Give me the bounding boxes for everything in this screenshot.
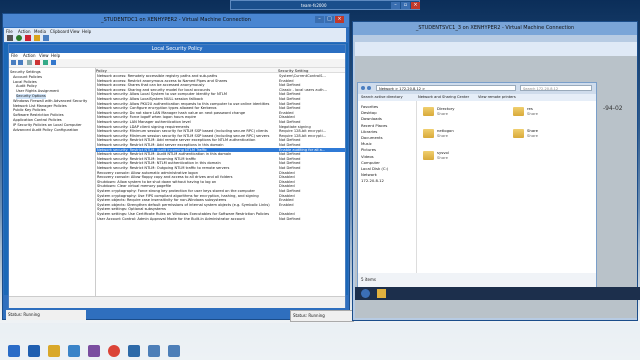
status-text: Status: Running [8,312,40,317]
vm1-toolbar [4,34,346,42]
nav-item[interactable]: Documents [361,135,383,140]
vm2-taskbar [355,287,640,300]
items-count: 5 items [361,277,376,282]
column-header-policy[interactable]: Policy [96,68,278,73]
maximize-icon[interactable]: □ [325,16,334,23]
policy-row[interactable]: User Account Control: Admin Approval Mod… [96,217,345,222]
address-input[interactable]: Network > 172.20.8.12 > [376,85,516,91]
help-icon[interactable] [51,60,56,65]
explorer-address-bar: Network > 172.20.8.12 > Search 172.20.8.… [358,83,596,94]
vm2-status: Status: Running [290,310,354,322]
search-input[interactable]: Search 172.20.8.12 [520,85,592,91]
remote-bar-title: team-fs2000 [301,3,327,8]
minimize-icon[interactable]: – [315,16,324,23]
lsp-menu-help[interactable]: Help [51,53,60,58]
lsp-menu-file[interactable]: File [11,53,18,58]
lsp-toolbar [9,59,345,68]
close-icon[interactable]: × [411,2,420,9]
folder-type: Share [437,133,448,138]
close-icon[interactable]: × [335,16,344,23]
explorer-content[interactable]: Directory Share res Share netlogon Share Share… [417,101,596,273]
vm2-menu-bar [355,42,637,56]
folder-icon[interactable] [513,129,524,138]
start-orb-icon[interactable] [361,289,370,298]
folder-type: Share [437,111,448,116]
back-icon[interactable] [361,86,365,90]
explorer-status: 5 items [358,273,596,287]
nav-item[interactable]: Favorites [361,104,378,109]
folder-icon[interactable] [423,129,434,138]
nav-item[interactable]: 172.20.8.12 [361,178,384,183]
vm2-title: _STUDENTSVC1_3 on XENHYPER2 - Virtual Ma… [415,25,575,31]
status-text-2: Status: Running [293,313,325,318]
explorer-window[interactable]: Network > 172.20.8.12 > Search 172.20.8.… [357,82,597,288]
remote-desktop-icon[interactable] [128,345,140,357]
vm2-side-text: -94-02 [603,105,623,112]
folder-type: Share [437,155,448,160]
explorer-nav-pane[interactable]: Favorites Desktop Downloads Recent Places Li… [358,101,417,273]
vm2-title-bar[interactable]: _STUDENTSVC1_3 on XENHYPER2 - Virtual Ma… [353,22,637,35]
policy-setting: Not Defined [279,216,301,221]
internet-explorer-icon[interactable] [68,345,80,357]
properties-icon[interactable] [43,60,48,65]
cmd-search-ad[interactable]: Search active directory [361,95,403,99]
nav-item[interactable]: Pictures [361,147,376,152]
pause-icon[interactable] [34,35,40,41]
policy-list[interactable]: Policy Security Setting Network access: … [96,68,345,296]
file-explorer-icon[interactable] [48,345,60,357]
delete-icon[interactable] [35,60,40,65]
nav-item[interactable]: Recent Places [361,123,387,128]
folder-icon[interactable] [423,107,434,116]
remote-connection-bar[interactable]: team-fs2000 – ▫ × [230,0,420,10]
lsp-menu-view[interactable]: View [39,53,49,58]
nav-item[interactable]: Network [361,172,377,177]
minimize-icon[interactable]: – [391,2,400,9]
nav-item[interactable]: Libraries [361,129,377,134]
nav-item[interactable]: Desktop [361,110,377,115]
back-icon[interactable] [11,60,16,65]
folder-icon[interactable] [513,107,524,116]
nav-item[interactable]: Music [361,141,372,146]
stop-icon[interactable] [25,35,31,41]
column-header-setting[interactable]: Security Setting [278,68,345,73]
vm1-status: Status: Running [6,310,86,320]
forward-icon[interactable] [18,60,23,65]
reset-icon[interactable] [43,35,49,41]
nav-item[interactable]: Computer [361,160,380,165]
vm-connection-icon[interactable] [148,345,160,357]
vm-connection-icon-2[interactable] [168,345,180,357]
chrome-icon[interactable] [108,345,120,357]
start-icon[interactable] [8,345,20,357]
folder-type: Share [527,133,538,138]
vm1-title-bar[interactable]: _STUDENTDC1 on XENHYPER2 - Virtual Machi… [3,14,349,27]
folder-icon[interactable] [423,151,434,160]
hyper-v-icon[interactable] [88,345,100,357]
restore-icon[interactable]: ▫ [401,2,410,9]
lsp-menu-action[interactable]: Action [23,53,36,58]
lsp-title[interactable]: Local Security Policy [9,45,345,53]
nav-item[interactable]: Downloads [361,116,382,121]
local-security-policy-window[interactable]: Local Security Policy File Action View H… [8,44,346,308]
explorer-icon[interactable] [377,289,386,298]
cmd-network-center[interactable]: Network and Sharing Center [418,95,469,99]
start-icon[interactable] [16,35,22,41]
nav-item[interactable]: Videos [361,154,374,159]
tree-item[interactable]: Advanced Audit Policy Configuration [13,128,78,133]
lsp-status-bar [9,296,345,308]
policy-name: User Account Control: Admin Approval Mod… [97,216,245,221]
folder-type: Share [527,111,538,116]
nav-item[interactable]: Local Disk (C:) [361,166,388,171]
powershell-icon[interactable] [28,345,40,357]
forward-icon[interactable] [367,86,371,90]
tree-pane[interactable]: Security Settings Account Policies Local P… [9,68,96,296]
ctrl-alt-del-icon[interactable] [7,35,13,41]
cmd-remote-printers[interactable]: View remote printers [478,95,516,99]
up-icon[interactable] [27,60,32,65]
vm1-title: _STUDENTDC1 on XENHYPER2 - Virtual Machi… [101,17,251,23]
vm-connection-window-2[interactable]: _STUDENTSVC1_3 on XENHYPER2 - Virtual Ma… [352,21,640,321]
